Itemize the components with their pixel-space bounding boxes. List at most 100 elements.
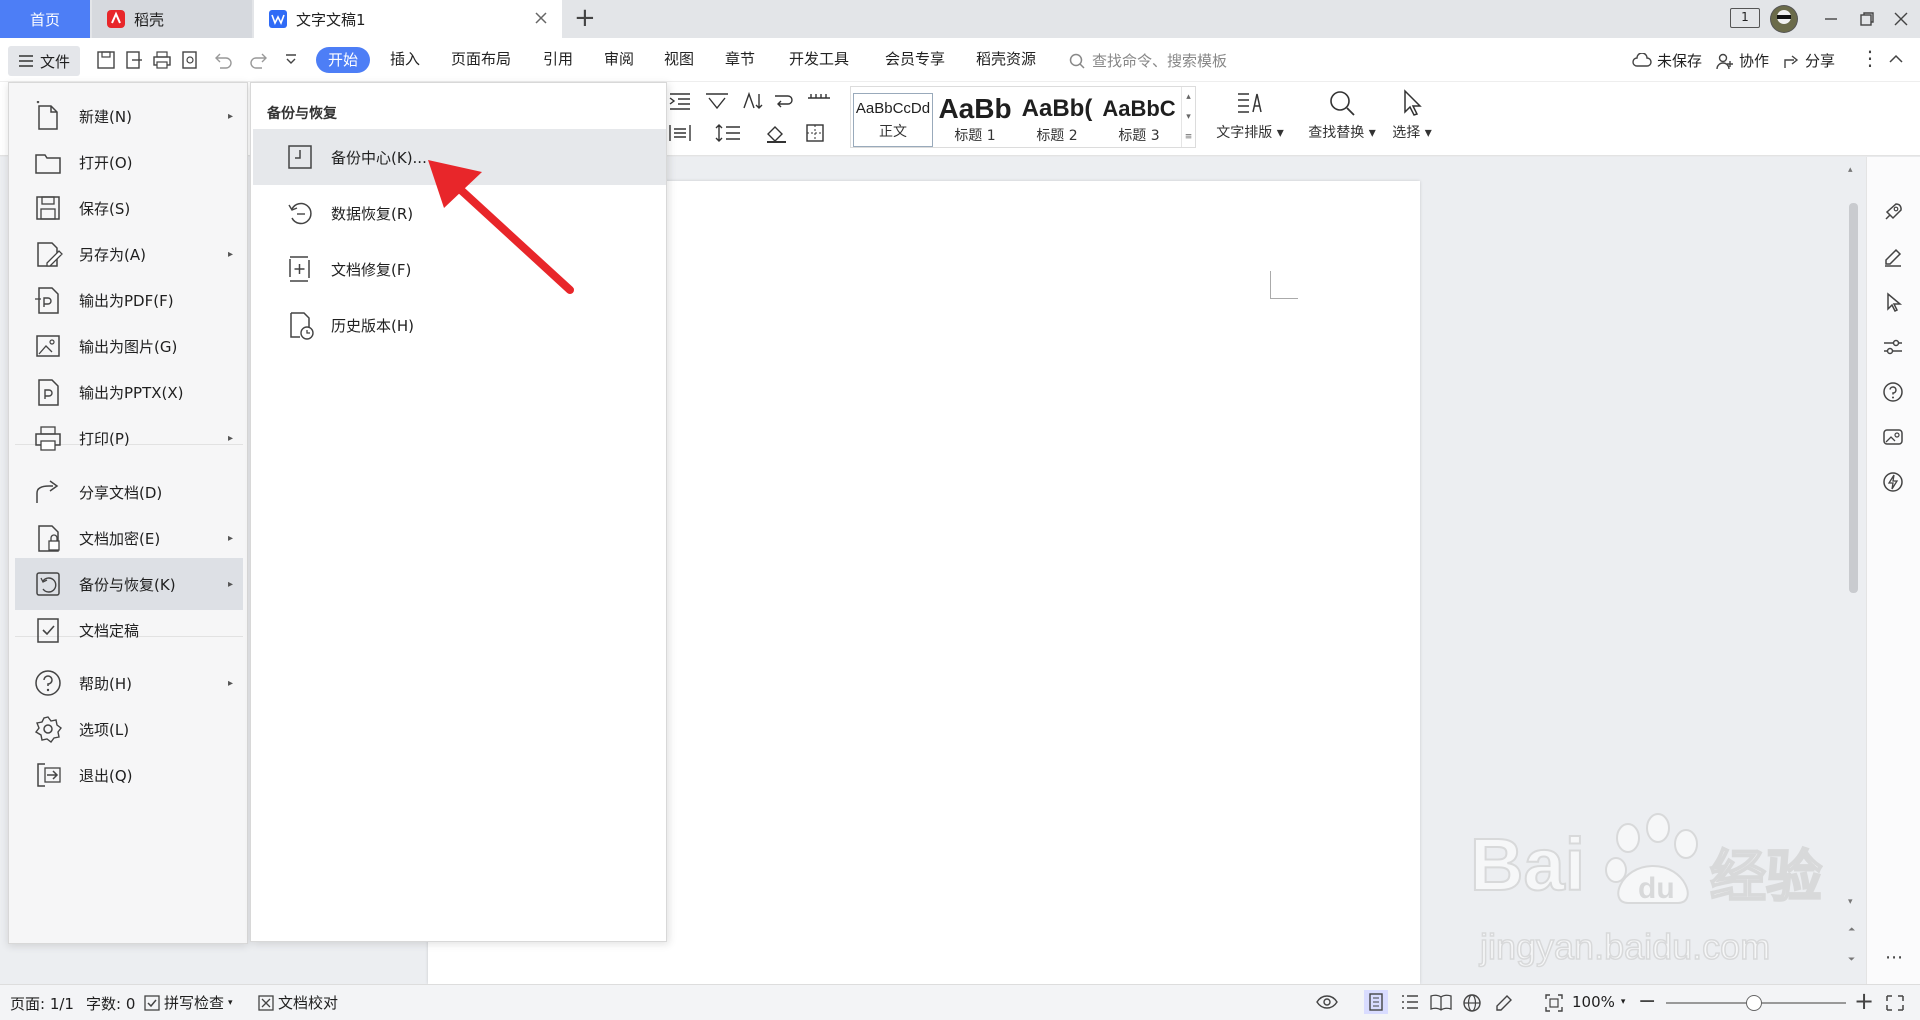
file-menu-item[interactable]: 打印(P) ▸ <box>15 412 243 464</box>
style-gallery-scroll[interactable]: ▴ ▾ ≡ <box>1181 87 1195 147</box>
collapse-ribbon-icon[interactable] <box>1888 52 1904 64</box>
tab-developer[interactable]: 开发工具 <box>789 48 849 74</box>
file-menu-item[interactable]: 分享文档(D) <box>15 466 243 518</box>
page-indicator[interactable]: 页面: 1/1 <box>10 993 74 1014</box>
new-tab-button[interactable]: + <box>574 3 596 33</box>
tab-page-layout[interactable]: 页面布局 <box>451 48 511 74</box>
align-distribute-icon[interactable] <box>668 122 692 144</box>
file-menu-item[interactable]: 输出为图片(G) <box>15 320 243 372</box>
text-layout-button[interactable]: 文字排版 ▾ <box>1210 88 1290 142</box>
border-icon[interactable] <box>804 122 832 144</box>
pen-edit-icon[interactable] <box>1882 246 1904 268</box>
tab-member[interactable]: 会员专享 <box>885 48 945 74</box>
select-button[interactable]: 选择 ▾ <box>1384 88 1440 142</box>
file-menu-item[interactable]: 备份与恢复(K) ▸ <box>15 558 243 610</box>
vertical-scrollbar[interactable]: ▴ ▾ ⏶ ⏷ <box>1846 165 1860 975</box>
undo-icon[interactable] <box>212 50 234 70</box>
file-menu-item[interactable]: 输出为PDF(F) <box>15 274 243 326</box>
tab-insert[interactable]: 插入 <box>390 48 420 74</box>
file-menu-button[interactable]: 文件 <box>8 46 80 76</box>
indent-icon[interactable] <box>668 90 692 112</box>
save-quick-icon[interactable] <box>96 50 116 70</box>
close-tab-icon[interactable] <box>532 9 550 27</box>
tab-reference[interactable]: 引用 <box>543 48 573 74</box>
adjust-sliders-icon[interactable] <box>1882 336 1904 358</box>
file-menu-item[interactable]: 退出(Q) <box>15 749 243 801</box>
image-tool-icon[interactable] <box>1882 426 1904 448</box>
minimize-icon[interactable] <box>1822 10 1840 28</box>
file-menu-item[interactable]: 文档定稿 <box>15 604 243 656</box>
file-menu-item[interactable]: 新建(N) ▸ <box>15 90 243 142</box>
fit-page-icon[interactable] <box>1544 993 1564 1013</box>
write-mode-icon[interactable] <box>1494 993 1514 1013</box>
page-count-badge[interactable]: 1 <box>1730 8 1760 28</box>
zoom-slider-thumb[interactable] <box>1746 995 1762 1011</box>
style-heading-3[interactable]: AaBbC 标题 3 <box>1099 93 1179 147</box>
save-as-icon <box>31 237 65 271</box>
next-page-icon[interactable]: ⏷ <box>1848 955 1855 965</box>
text-spacing-icon[interactable] <box>704 90 730 112</box>
style-heading-2[interactable]: AaBb( 标题 2 <box>1017 93 1097 147</box>
print-preview-icon[interactable] <box>180 50 200 70</box>
web-view-icon[interactable] <box>1462 993 1482 1013</box>
find-replace-button[interactable]: 查找替换 ▾ <box>1302 88 1382 142</box>
redo-icon[interactable] <box>248 50 270 70</box>
scroll-down-icon[interactable]: ▾ <box>1848 897 1853 907</box>
tab-review[interactable]: 审阅 <box>604 48 634 74</box>
help-circle-icon[interactable] <box>1882 381 1904 403</box>
style-normal[interactable]: AaBbCcDd 正文 <box>853 93 933 147</box>
page-view-icon[interactable] <box>1364 990 1388 1014</box>
tab-chapter[interactable]: 章节 <box>725 48 755 74</box>
word-count[interactable]: 字数: 0 <box>86 993 135 1014</box>
reading-view-icon[interactable] <box>1430 993 1452 1011</box>
file-menu-item[interactable]: 保存(S) <box>15 182 243 234</box>
print-quick-icon[interactable] <box>152 50 172 70</box>
export-quick-icon[interactable] <box>124 50 144 70</box>
backup-submenu-item[interactable]: 历史版本(H) <box>253 297 666 353</box>
share-button[interactable]: 分享 <box>1782 50 1835 71</box>
line-break-icon[interactable] <box>772 90 796 112</box>
command-search[interactable]: 查找命令、搜索模板 <box>1068 50 1227 71</box>
collaborate-button[interactable]: 协作 <box>1716 50 1769 71</box>
tab-view[interactable]: 视图 <box>664 48 694 74</box>
tab-docer[interactable]: 稻壳 <box>92 0 252 38</box>
file-menu-item[interactable]: 另存为(A) ▸ <box>15 228 243 280</box>
scroll-up-icon[interactable]: ▴ <box>1848 165 1853 175</box>
rocket-icon[interactable] <box>1882 201 1904 223</box>
hamburger-icon <box>18 54 34 68</box>
scroll-thumb[interactable] <box>1849 203 1858 593</box>
outline-view-icon[interactable] <box>1400 993 1420 1011</box>
sort-icon[interactable] <box>740 90 764 112</box>
tab-document[interactable]: 文字文稿1 <box>254 0 562 38</box>
file-menu-item[interactable]: 打开(O) <box>15 136 243 188</box>
customize-toolbar-icon[interactable] <box>284 52 298 66</box>
zoom-out-button[interactable]: − <box>1638 989 1656 1014</box>
proofread-button[interactable]: 文档校对 <box>258 992 338 1013</box>
avatar[interactable] <box>1770 5 1798 33</box>
tab-home-ribbon[interactable]: 开始 <box>316 47 371 73</box>
file-menu-item[interactable]: 输出为PPTX(X) <box>15 366 243 418</box>
shading-icon[interactable] <box>764 122 792 144</box>
line-spacing-icon[interactable] <box>714 122 742 144</box>
lightning-icon[interactable] <box>1882 471 1904 493</box>
style-heading-1[interactable]: AaBb 标题 1 <box>935 93 1015 147</box>
file-menu-item[interactable]: 文档加密(E) ▸ <box>15 512 243 564</box>
pointer-icon[interactable] <box>1882 291 1904 313</box>
zoom-dropdown[interactable]: 100% ▾ <box>1572 993 1625 1011</box>
sidebar-more-icon[interactable]: ⋯ <box>1885 947 1903 968</box>
ruler-tab-icon[interactable] <box>806 90 832 112</box>
prev-page-icon[interactable]: ⏶ <box>1848 925 1855 935</box>
tab-docer-resources[interactable]: 稻壳资源 <box>976 48 1036 74</box>
restore-icon[interactable] <box>1858 10 1876 28</box>
expand-window-icon[interactable] <box>1886 995 1904 1011</box>
tab-home[interactable]: 首页 <box>0 0 90 38</box>
backup-submenu-item-label: 文档修复(F) <box>331 260 412 279</box>
eye-protection-icon[interactable] <box>1316 993 1338 1011</box>
more-options-icon[interactable]: ⋮ <box>1860 46 1880 70</box>
file-menu-item[interactable]: 帮助(H) ▸ <box>15 657 243 709</box>
spellcheck-button[interactable]: 拼写检查 ▾ <box>144 992 233 1013</box>
unsaved-button[interactable]: 未保存 <box>1632 50 1702 71</box>
close-window-icon[interactable] <box>1892 10 1910 28</box>
zoom-in-button[interactable]: + <box>1854 987 1874 1015</box>
file-menu-item[interactable]: 选项(L) <box>15 703 243 755</box>
